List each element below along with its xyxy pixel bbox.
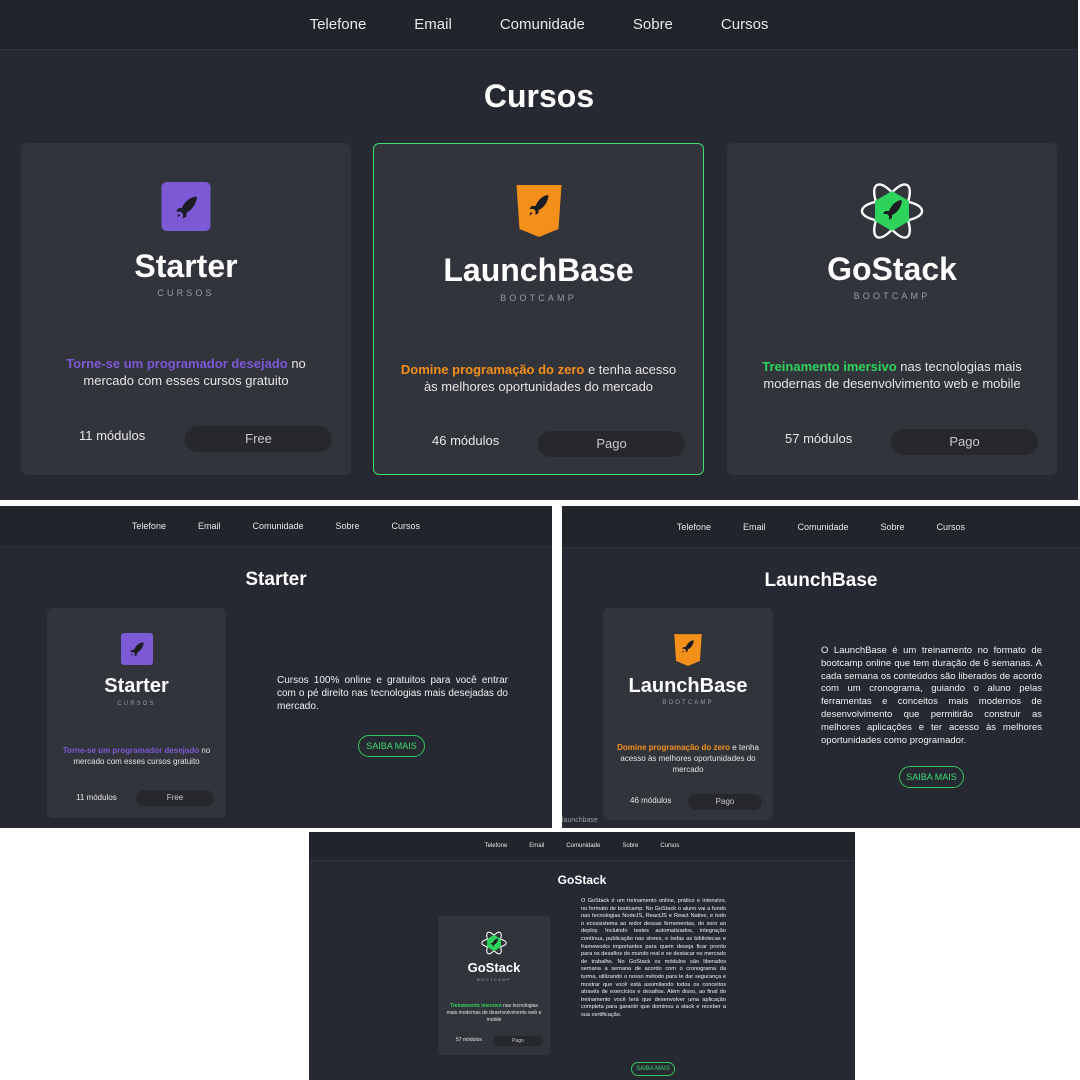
course-about-text: O LaunchBase é um treinamento no formato… <box>821 645 1042 746</box>
course-highlight: Torne-se um programador desejado <box>66 356 288 371</box>
page-title: Cursos <box>483 78 595 114</box>
course-subtitle: BOOTCAMP <box>476 977 512 982</box>
course-description: Domine programação do zero e tenha acess… <box>603 742 773 775</box>
page-title: GoStack <box>557 873 607 887</box>
nav-cursos[interactable]: Cursos <box>392 521 421 531</box>
course-description: Torne-se um programador desejado no merc… <box>21 355 351 389</box>
course-description: Treinamento imersivo nas tecnologias mai… <box>727 358 1057 392</box>
nav-comunidade[interactable]: Comunidade <box>566 843 600 849</box>
page-title: Starter <box>245 569 307 590</box>
course-modules: 11 módulos <box>79 428 146 443</box>
course-highlight: Torne-se um programador desejado <box>62 746 200 755</box>
course-modules: 57 módulos <box>456 1037 482 1043</box>
price-button[interactable]: Free <box>136 790 214 806</box>
course-modules: 11 módulos <box>76 793 117 802</box>
course-highlight: Treinamento imersivo <box>762 359 897 374</box>
course-card-launchbase[interactable]: LaunchBase BOOTCAMP Domine programação d… <box>603 608 773 820</box>
nav-cursos[interactable]: Cursos <box>660 843 679 849</box>
launchbase-rocket-icon <box>514 183 563 239</box>
saiba-mais-button[interactable]: SAIBA MAIS <box>899 766 964 788</box>
nav-email[interactable]: Email <box>743 522 766 532</box>
course-subtitle: CURSOS <box>117 701 156 707</box>
price-button[interactable]: Pago <box>538 431 685 457</box>
course-modules: 57 módulos <box>785 431 853 446</box>
course-modules: 46 módulos <box>630 796 672 805</box>
nav-email[interactable]: Email <box>529 843 544 849</box>
page-title: LaunchBase <box>764 570 878 591</box>
nav-comunidade[interactable]: Comunidade <box>252 521 303 531</box>
starter-rocket-icon <box>161 182 211 231</box>
course-modules: 46 módulos <box>432 433 500 448</box>
nav-comunidade[interactable]: Comunidade <box>500 16 585 33</box>
course-about-text: O GoStack é um treinamento online, práti… <box>581 898 726 1018</box>
course-card-launchbase[interactable]: LaunchBase BOOTCAMP Domine programação d… <box>373 143 704 475</box>
nav-sobre[interactable]: Sobre <box>622 843 638 849</box>
course-highlight: Domine programação do zero <box>617 743 730 752</box>
price-button[interactable]: Pago <box>493 1036 543 1046</box>
course-card-starter[interactable]: Starter CURSOS Torne-se um programador d… <box>21 143 351 475</box>
course-card-gostack[interactable]: GoStack BOOTCAMP Treinamento imersivo na… <box>727 143 1057 475</box>
top-nav: Telefone Email Comunidade Sobre Cursos <box>0 0 1078 50</box>
gostack-rocket-icon <box>860 182 924 240</box>
saiba-mais-button[interactable]: SAIBA MAIS <box>631 1062 675 1076</box>
nav-email[interactable]: Email <box>198 521 221 531</box>
nav-telefone[interactable]: Telefone <box>132 521 166 531</box>
starter-rocket-icon <box>120 633 153 665</box>
price-button[interactable]: Pago <box>891 429 1038 455</box>
nav-sobre[interactable]: Sobre <box>336 521 360 531</box>
course-card-starter[interactable]: Starter CURSOS Torne-se um programador d… <box>47 608 226 818</box>
course-highlight: Treinamento imersivo <box>450 1003 502 1009</box>
nav-telefone[interactable]: Telefone <box>485 843 508 849</box>
course-brand: GoStack <box>467 960 521 975</box>
launchbase-panel: Telefone Email Comunidade Sobre Cursos L… <box>562 506 1080 828</box>
course-subtitle: BOOTCAMP <box>662 700 714 706</box>
top-nav: Telefone Email Comunidade Sobre Cursos <box>0 506 552 547</box>
course-brand: LaunchBase <box>443 252 634 288</box>
course-about-text: Cursos 100% online e gratuitos para você… <box>277 675 508 712</box>
course-description: Torne-se um programador desejado no merc… <box>47 745 226 767</box>
course-highlight: Domine programação do zero <box>400 362 585 377</box>
nav-comunidade[interactable]: Comunidade <box>797 522 848 532</box>
nav-telefone[interactable]: Telefone <box>677 522 711 532</box>
gostack-rocket-icon <box>481 931 507 955</box>
top-nav: Telefone Email Comunidade Sobre Cursos <box>562 506 1080 548</box>
saiba-mais-button[interactable]: SAIBA MAIS <box>358 735 425 757</box>
gostack-panel: Telefone Email Comunidade Sobre Cursos G… <box>309 832 855 1080</box>
nav-telefone[interactable]: Telefone <box>310 16 367 33</box>
course-brand: GoStack <box>827 251 957 287</box>
nav-sobre[interactable]: Sobre <box>633 16 673 33</box>
course-description: Domine programação do zero e tenha acess… <box>374 361 703 395</box>
course-brand: Starter <box>134 248 238 284</box>
course-description: Treinamento imersivo nas tecnologias mai… <box>438 1003 550 1024</box>
course-brand: LaunchBase <box>628 675 748 697</box>
course-subtitle: CURSOS <box>157 288 215 298</box>
course-brand: Starter <box>104 675 169 697</box>
launchbase-rocket-icon <box>673 632 703 668</box>
price-button[interactable]: Pago <box>688 794 762 810</box>
price-button[interactable]: Free <box>185 426 332 452</box>
course-subtitle: BOOTCAMP <box>853 291 931 301</box>
course-card-gostack[interactable]: GoStack BOOTCAMP Treinamento imersivo na… <box>438 916 550 1055</box>
nav-cursos[interactable]: Cursos <box>937 522 966 532</box>
nav-cursos[interactable]: Cursos <box>721 16 769 33</box>
nav-email[interactable]: Email <box>414 16 452 33</box>
nav-sobre[interactable]: Sobre <box>881 522 905 532</box>
footer-label: launchbase <box>562 817 598 824</box>
course-subtitle: BOOTCAMP <box>500 293 577 303</box>
courses-panel: Telefone Email Comunidade Sobre Cursos C… <box>0 0 1078 500</box>
top-nav: Telefone Email Comunidade Sobre Cursos <box>309 832 855 861</box>
starter-panel: Telefone Email Comunidade Sobre Cursos S… <box>0 506 552 828</box>
